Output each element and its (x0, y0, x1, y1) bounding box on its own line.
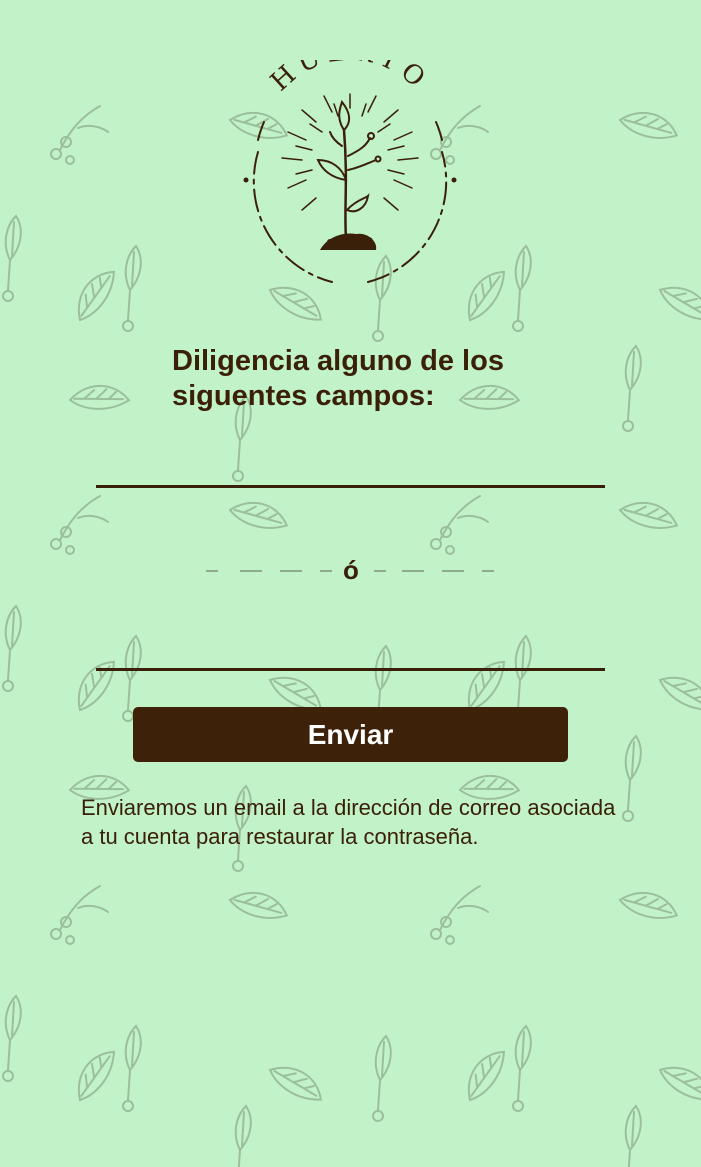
send-button[interactable]: Enviar (133, 707, 568, 762)
huerto-logo: HUERTO (243, 60, 457, 283)
logo-wordmark: HUERTO (265, 60, 429, 97)
reset-info-text: Enviaremos un email a la dirección de co… (81, 795, 616, 849)
primary-field[interactable] (96, 448, 605, 488)
svg-text:HUERTO: HUERTO (265, 60, 435, 97)
or-separator-label: ó (343, 555, 359, 585)
secondary-field[interactable] (96, 631, 605, 671)
or-separator: ó (206, 554, 496, 586)
form-heading: Diligencia alguno de los siguentes campo… (172, 345, 504, 412)
